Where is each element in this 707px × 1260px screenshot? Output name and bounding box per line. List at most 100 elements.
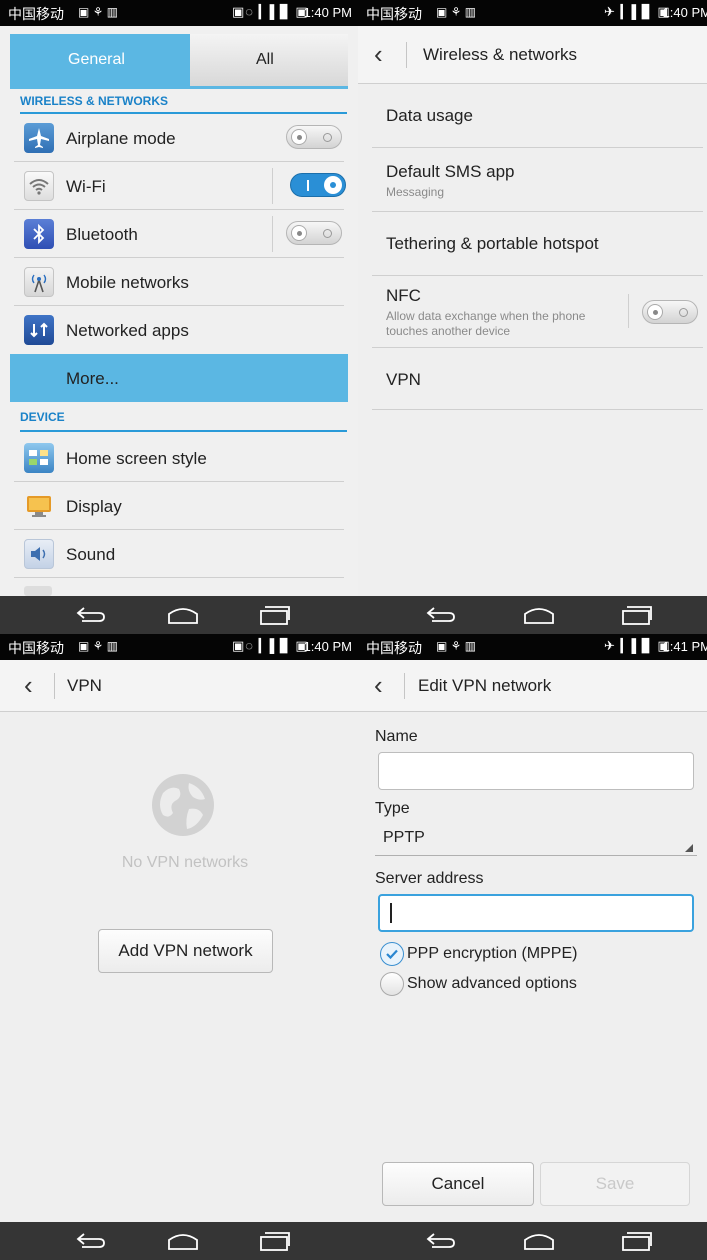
tab-general-label: General bbox=[68, 51, 125, 68]
notification-icons: ▣ ⚘ ▥ bbox=[436, 5, 477, 19]
edit-vpn-screen: 中国移动 ▣ ⚘ ▥ ✈ ▎▌▊ ▣ 1:41 PM ‹ Edit VPN ne… bbox=[358, 634, 707, 1260]
name-label: Name bbox=[375, 728, 418, 745]
show-advanced-label: Show advanced options bbox=[407, 975, 577, 992]
header-divider bbox=[54, 673, 55, 699]
checkmark-circle-icon bbox=[380, 942, 404, 966]
back-nav-button[interactable] bbox=[74, 1230, 108, 1252]
settings-item-sound[interactable]: Sound bbox=[14, 530, 344, 578]
airplane-icon bbox=[24, 123, 54, 153]
home-screen-label: Home screen style bbox=[66, 449, 207, 468]
airplane-toggle[interactable] bbox=[286, 125, 342, 149]
tab-all[interactable]: All bbox=[190, 34, 348, 86]
tethering-label: Tethering & portable hotspot bbox=[386, 234, 599, 253]
settings-item-bluetooth[interactable]: Bluetooth bbox=[14, 210, 344, 258]
settings-item-home-screen[interactable]: Home screen style bbox=[14, 434, 344, 482]
status-time: 1:40 PM bbox=[303, 5, 352, 20]
display-icon bbox=[24, 491, 54, 521]
page-title: Edit VPN network bbox=[418, 676, 552, 695]
cancel-button[interactable]: Cancel bbox=[382, 1162, 534, 1206]
dropdown-corner-icon bbox=[685, 844, 693, 852]
back-chevron-icon[interactable]: ‹ bbox=[24, 670, 33, 701]
settings-item-airplane[interactable]: Airplane mode bbox=[14, 114, 344, 162]
show-advanced-checkbox[interactable]: Show advanced options bbox=[380, 970, 680, 998]
nfc-toggle[interactable] bbox=[642, 300, 698, 324]
server-address-label: Server address bbox=[375, 870, 484, 887]
back-nav-button[interactable] bbox=[424, 1230, 458, 1252]
home-nav-button[interactable] bbox=[166, 604, 200, 626]
notification-icons: ▣ ⚘ ▥ bbox=[436, 639, 477, 653]
signal-icons: ✈ ▎▌▊ ▣ bbox=[604, 638, 671, 653]
type-label: Type bbox=[375, 800, 410, 817]
signal-icons: ▣◌ ▎▌▊ ▣ bbox=[232, 638, 309, 653]
back-nav-button[interactable] bbox=[424, 604, 458, 626]
tabs-underline bbox=[10, 86, 348, 89]
default-sms-subtitle: Messaging bbox=[386, 185, 445, 199]
type-value: PPTP bbox=[383, 829, 425, 846]
nfc-label: NFC bbox=[386, 286, 421, 305]
bluetooth-toggle[interactable] bbox=[286, 221, 342, 245]
recents-nav-button[interactable] bbox=[258, 604, 292, 626]
nav-bar bbox=[0, 1222, 358, 1260]
sound-label: Sound bbox=[66, 545, 116, 564]
wifi-icon bbox=[24, 171, 54, 201]
name-field[interactable] bbox=[378, 752, 694, 790]
airplane-label: Airplane mode bbox=[66, 129, 176, 148]
list-item-data-usage[interactable]: Data usage bbox=[372, 84, 703, 148]
recents-nav-button[interactable] bbox=[620, 604, 654, 626]
home-nav-button[interactable] bbox=[166, 1230, 200, 1252]
type-select[interactable]: PPTP bbox=[375, 820, 697, 856]
save-button[interactable]: Save bbox=[540, 1162, 690, 1206]
data-usage-label: Data usage bbox=[386, 106, 473, 125]
nav-bar bbox=[358, 1222, 707, 1260]
back-nav-button[interactable] bbox=[74, 604, 108, 626]
ppp-encryption-checkbox[interactable]: PPP encryption (MPPE) bbox=[380, 940, 680, 968]
nfc-divider bbox=[628, 294, 629, 328]
status-time: 1:40 PM bbox=[662, 5, 707, 20]
vpn-screen: 中国移动 ▣ ⚘ ▥ ▣◌ ▎▌▊ ▣ 1:40 PM ‹ VPN No VPN… bbox=[0, 634, 358, 1260]
back-chevron-icon[interactable]: ‹ bbox=[374, 39, 383, 70]
home-nav-button[interactable] bbox=[522, 1230, 556, 1252]
settings-screen: 中国移动 ▣ ⚘ ▥ ▣◌ ▎▌▊ ▣ 1:40 PM General All … bbox=[0, 0, 358, 634]
header-bar: ‹ Wireless & networks bbox=[358, 26, 707, 84]
status-bar: 中国移动 ▣ ⚘ ▥ ✈ ▎▌▊ ▣ 1:40 PM bbox=[358, 0, 707, 26]
nav-bar bbox=[358, 596, 707, 634]
nfc-subtitle-2: touches another device bbox=[386, 324, 511, 338]
recents-nav-button[interactable] bbox=[258, 1230, 292, 1252]
add-vpn-network-button[interactable]: Add VPN network bbox=[98, 929, 273, 973]
unchecked-circle-icon bbox=[380, 972, 404, 996]
settings-item-wifi[interactable]: Wi-Fi bbox=[14, 162, 346, 210]
list-item-default-sms[interactable]: Default SMS app Messaging bbox=[372, 148, 703, 212]
carrier-label: 中国移动 bbox=[8, 6, 64, 22]
mobile-networks-label: Mobile networks bbox=[66, 273, 189, 292]
recents-nav-button[interactable] bbox=[620, 1230, 654, 1252]
settings-item-networked-apps[interactable]: Networked apps bbox=[14, 306, 344, 354]
home-nav-button[interactable] bbox=[522, 604, 556, 626]
wifi-divider bbox=[272, 168, 273, 204]
list-item-vpn[interactable]: VPN bbox=[372, 348, 703, 410]
settings-item-display[interactable]: Display bbox=[14, 482, 344, 530]
list-item-tethering[interactable]: Tethering & portable hotspot bbox=[372, 212, 703, 276]
settings-item-more[interactable]: More... bbox=[10, 354, 348, 402]
status-bar: 中国移动 ▣ ⚘ ▥ ✈ ▎▌▊ ▣ 1:41 PM bbox=[358, 634, 707, 660]
carrier-label: 中国移动 bbox=[8, 640, 64, 656]
tab-all-label: All bbox=[256, 51, 274, 68]
tab-general[interactable]: General bbox=[10, 34, 190, 86]
wireless-networks-screen: 中国移动 ▣ ⚘ ▥ ✈ ▎▌▊ ▣ 1:40 PM ‹ Wireless & … bbox=[358, 0, 707, 634]
section-wireless-header: WIRELESS & NETWORKS bbox=[20, 94, 169, 108]
list-item-nfc[interactable]: NFC Allow data exchange when the phone t… bbox=[372, 276, 703, 348]
back-chevron-icon[interactable]: ‹ bbox=[374, 670, 383, 701]
status-time: 1:41 PM bbox=[662, 639, 707, 654]
header-divider bbox=[404, 673, 405, 699]
empty-state-text: No VPN networks bbox=[121, 854, 249, 871]
status-bar: 中国移动 ▣ ⚘ ▥ ▣◌ ▎▌▊ ▣ 1:40 PM bbox=[0, 0, 358, 26]
bluetooth-label: Bluetooth bbox=[66, 225, 138, 244]
header-bar: ‹ Edit VPN network bbox=[358, 660, 707, 712]
section-device-header: DEVICE bbox=[20, 410, 65, 424]
nfc-subtitle-1: Allow data exchange when the phone bbox=[386, 309, 586, 323]
more-label: More... bbox=[66, 369, 119, 388]
signal-icons: ▣◌ ▎▌▊ ▣ bbox=[232, 4, 309, 19]
wifi-toggle[interactable] bbox=[290, 173, 346, 197]
server-address-field[interactable] bbox=[378, 894, 694, 932]
bluetooth-icon bbox=[24, 219, 54, 249]
settings-item-mobile-networks[interactable]: Mobile networks bbox=[14, 258, 344, 306]
